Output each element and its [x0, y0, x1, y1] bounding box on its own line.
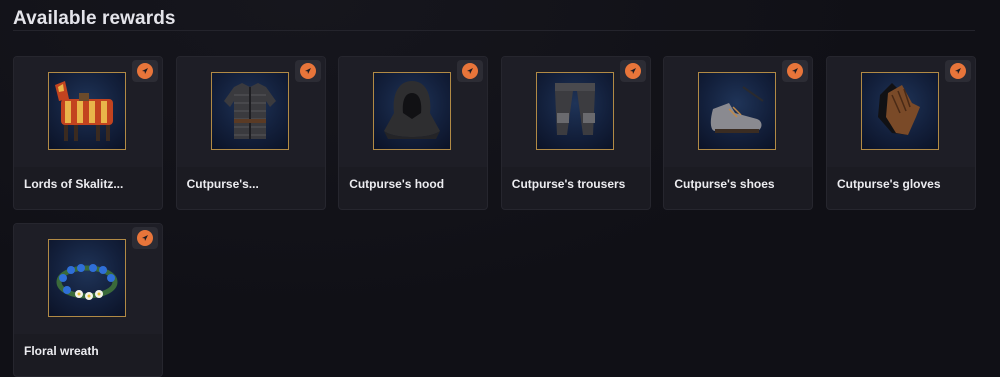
reward-label: Floral wreath: [24, 344, 99, 358]
reward-badge: [132, 60, 158, 82]
reward-label: Cutpurse's shoes: [674, 177, 775, 191]
reward-card-cutpurse-gloves[interactable]: Cutpurse's gloves: [825, 56, 976, 210]
reward-badge: [944, 60, 971, 82]
shoes-icon: [698, 72, 777, 150]
reward-card-lords-of-skalitz[interactable]: Lords of Skalitz...: [13, 56, 163, 210]
reward-card-cutpurse-trousers[interactable]: Cutpurse's trousers: [500, 56, 651, 210]
reward-label: Cutpurse's...: [186, 177, 259, 191]
reward-badge-icon: [299, 63, 316, 79]
trousers-icon: [535, 72, 614, 150]
reward-badge: [782, 60, 809, 82]
hood-icon: [373, 72, 452, 150]
reward-badge-icon: [462, 63, 479, 79]
reward-label: Cutpurse's hood: [349, 177, 445, 191]
rewards-header: Available rewards: [13, 8, 975, 31]
reward-card-cutpurse-hood[interactable]: Cutpurse's hood: [338, 56, 489, 210]
reward-badge-icon: [949, 63, 966, 79]
floral-wreath-icon: [48, 239, 126, 317]
reward-badge: [294, 60, 321, 82]
reward-badge-icon: [624, 63, 641, 79]
reward-card-cutpurse-shoes[interactable]: Cutpurse's shoes: [663, 56, 814, 210]
page-title: Available rewards: [13, 8, 176, 29]
reward-badge: [132, 227, 158, 249]
reward-label: Cutpurse's trousers: [511, 177, 626, 191]
reward-badge-icon: [137, 63, 153, 79]
reward-badge-icon: [787, 63, 804, 79]
chainmail-shirt-icon: [210, 72, 289, 150]
reward-card-cutpurse-shirt[interactable]: Cutpurse's...: [175, 56, 326, 210]
reward-card-floral-wreath[interactable]: Floral wreath: [13, 223, 163, 377]
rewards-grid: Lords of Skalitz... Cutpurse's... Cutpur…: [13, 56, 978, 377]
reward-label: Lords of Skalitz...: [24, 177, 124, 191]
reward-badge-icon: [137, 230, 153, 246]
reward-badge: [619, 60, 646, 82]
reward-label: Cutpurse's gloves: [836, 177, 941, 191]
horse-armor-icon: [48, 72, 126, 150]
reward-badge: [457, 60, 484, 82]
gloves-icon: [860, 72, 939, 150]
rewards-page: Available rewards Lords of Skalitz... Cu…: [0, 0, 1000, 377]
